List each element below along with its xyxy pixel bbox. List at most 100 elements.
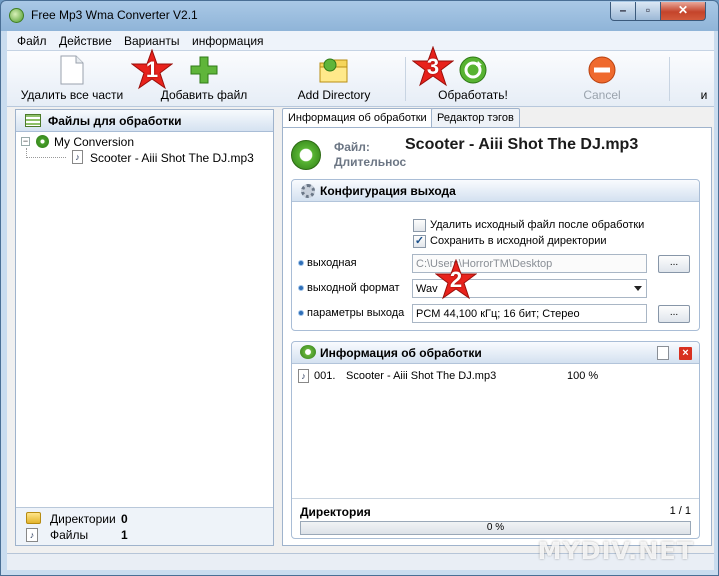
directories-summary: Директории 0 [26,511,266,527]
output-format-row: выходной формат Wav [298,279,694,299]
convert-icon [300,345,316,359]
maximize-button[interactable]: ▫ [635,2,661,21]
blank-page-icon [60,55,84,85]
bullet-icon [298,285,304,291]
item-name: Scooter - Aiii Shot The DJ.mp3 [346,370,497,382]
remove-all-label: Удалить все части [20,88,124,102]
folder-icon [26,512,41,524]
delete-source-checkbox[interactable] [413,219,426,232]
toolbar-separator [405,57,406,101]
music-note-icon: ♪ [26,528,38,542]
list-icon [25,114,41,127]
files-label: Файлы [50,528,89,542]
processing-info-actions: × [657,346,693,360]
list-item[interactable]: ♪ 001. Scooter - Aiii Shot The DJ.mp3 10… [298,369,693,385]
document-icon[interactable] [657,346,669,360]
stop-icon [588,56,616,84]
cancel-button[interactable]: Cancel [567,51,637,107]
files-count-summary: ♪ Файлы 1 [26,527,266,543]
processing-info-group: Информация об обработки × ♪ 001. Scooter… [291,341,700,539]
save-in-source-checkbox[interactable]: ✓ [413,235,426,248]
remove-all-button[interactable]: Удалить все части [17,51,127,107]
toolbar-separator [669,57,670,101]
step-badge-3: 3 [411,45,455,88]
process-label: Обработать! [438,88,508,102]
step-badge-3-number: 3 [426,54,440,79]
files-panel-header: Файлы для обработки [16,110,273,132]
files-summary: Директории 0 ♪ Файлы 1 [16,507,273,545]
step-badge-1-number: 1 [145,57,159,82]
toolbar: Удалить все части Добавить файл Add Dire… [7,51,714,107]
cancel-label: Cancel [583,88,621,102]
add-directory-label: Add Directory [297,88,371,102]
bullet-icon [298,310,304,316]
tree-item-file[interactable]: ♪ Scooter - Aiii Shot The DJ.mp3 [16,150,273,166]
file-label: Scooter - Aiii Shot The DJ.mp3 [90,151,254,165]
more-label: и [700,88,708,102]
bullet-icon [298,260,304,266]
dropdown-arrow-icon [634,286,642,291]
directories-count: 0 [121,512,128,526]
delete-source-label: Удалить исходный файл после обработки [430,219,645,231]
tab-tag-editor[interactable]: Редактор тэгов [431,108,520,127]
app-window: Free Mp3 Wma Converter V2.1 – ▫ ✕ Файл Д… [0,0,719,576]
plus-icon [190,56,218,84]
save-in-source-label: Сохранить в исходной директории [430,235,607,247]
watermark: MYDIV.NET [537,537,694,565]
duration-field-label: Длительнос [334,155,407,169]
current-file-name: Scooter - Aiii Shot The DJ.mp3 [405,136,639,153]
output-params-field[interactable]: PCM 44,100 кГц; 16 бит; Стерео [412,304,647,323]
menu-file[interactable]: Файл [17,34,47,48]
output-config-header: Конфигурация выхода [292,180,699,202]
menu-action[interactable]: Действие [59,34,112,48]
menu-bar: Файл Действие Варианты информация [7,31,714,51]
menu-options[interactable]: Варианты [124,34,179,48]
output-config-title: Конфигурация выхода [320,184,456,198]
directories-label: Директории [50,512,116,526]
directory-count: 1 / 1 [669,505,691,517]
output-path-row: выходная C:\Users\HorrorTM\Desktop ... [298,254,694,274]
conversion-label: My Conversion [54,135,135,149]
convert-icon [459,56,487,84]
collapse-icon[interactable]: − [21,137,30,146]
files-panel-title: Файлы для обработки [48,114,182,128]
directory-progress: Директория 1 / 1 0 % [292,498,699,538]
music-note-icon: ♪ [72,150,83,164]
file-tree: − My Conversion ♪ Scooter - Aiii Shot Th… [16,134,273,166]
step-badge-2-number: 2 [449,267,463,292]
item-percent: 100 % [567,370,599,382]
output-format-label: выходной формат [307,282,400,294]
step-badge-1: 1 [130,48,174,91]
files-panel: Файлы для обработки − My Conversion ♪ Sc… [15,109,274,546]
file-field-label: Файл: [334,140,370,154]
browse-output-button[interactable]: ... [658,255,690,273]
processing-info-header: Информация об обработки × [292,342,699,364]
add-directory-button[interactable]: Add Directory [292,51,376,107]
convert-icon [291,140,321,170]
tree-item-conversion[interactable]: − My Conversion [16,134,273,158]
app-icon [9,8,24,23]
edit-params-button[interactable]: ... [658,305,690,323]
folder-add-icon [319,58,348,83]
progress-bar: 0 % [300,521,691,535]
item-number: 001. [314,370,336,382]
minimize-button[interactable]: – [610,2,636,21]
tab-strip: Информация об обработки Редактор тэгов [282,108,712,128]
more-button[interactable]: и [697,51,711,107]
music-note-icon: ♪ [298,369,309,383]
close-icon[interactable]: × [679,347,692,360]
progress-text: 0 % [486,522,505,533]
window-title: Free Mp3 Wma Converter V2.1 [31,8,198,22]
output-path-label: выходная [307,257,357,269]
step-badge-2: 2 [434,258,478,301]
processing-info-title: Информация об обработки [320,346,482,360]
current-file-header: Файл: Длительнос Scooter - Aiii Shot The… [291,135,701,175]
menu-info[interactable]: информация [192,34,264,48]
output-params-row: параметры выхода PCM 44,100 кГц; 16 бит;… [298,304,694,324]
conversion-icon [36,135,49,148]
close-button[interactable]: ✕ [660,2,706,21]
title-bar[interactable]: Free Mp3 Wma Converter V2.1 – ▫ ✕ [1,1,718,31]
files-count: 1 [121,528,128,542]
gear-icon [301,184,315,198]
tab-processing-info[interactable]: Информация об обработки [282,108,433,128]
